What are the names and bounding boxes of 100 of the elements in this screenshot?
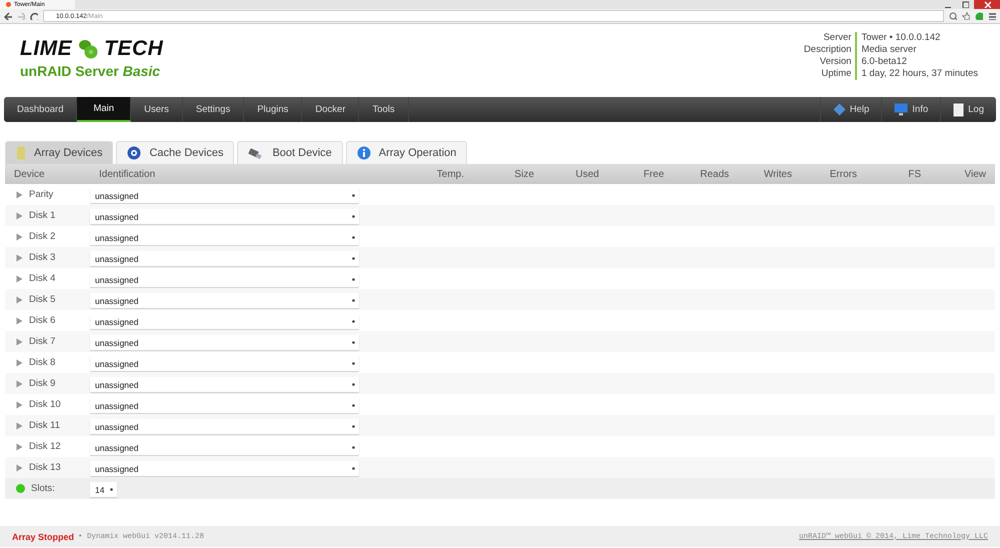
expand-icon[interactable] <box>16 254 23 262</box>
column-header: FS <box>907 168 922 180</box>
disk-select[interactable]: unassigned <box>90 293 359 308</box>
nav-tab[interactable]: Main <box>77 97 132 122</box>
logo-text: TECH <box>104 37 164 61</box>
back-icon[interactable] <box>4 12 12 20</box>
expand-icon[interactable] <box>16 400 23 408</box>
lime-logo-icon <box>76 38 100 60</box>
nav-tab[interactable]: Docker <box>302 97 360 122</box>
dropdown-dot-icon <box>352 362 355 365</box>
info-value: Media server <box>860 44 918 56</box>
column-header: Writes <box>762 168 793 180</box>
maximize-icon <box>962 1 968 8</box>
device-name: Disk 9 <box>29 378 56 389</box>
nav-tab[interactable]: Settings <box>182 97 244 122</box>
usb-drive-icon <box>248 147 264 159</box>
search-icon[interactable] <box>949 12 957 20</box>
menu-icon[interactable] <box>988 12 996 20</box>
expand-icon[interactable] <box>16 358 23 366</box>
logo-text: LIME <box>20 37 72 61</box>
column-header: Used <box>574 168 600 180</box>
close-button[interactable] <box>974 0 1000 9</box>
disk-select[interactable]: unassigned <box>90 272 359 287</box>
device-name: Parity <box>29 189 54 200</box>
device-name: Disk 4 <box>29 273 56 284</box>
close-icon <box>984 1 990 8</box>
device-name: Disk 13 <box>29 462 61 473</box>
dropdown-dot-icon <box>352 341 355 344</box>
expand-icon[interactable] <box>16 296 23 304</box>
disk-select[interactable]: unassigned <box>90 314 359 329</box>
device-name: Disk 5 <box>29 294 56 305</box>
dropdown-dot-icon <box>352 299 355 302</box>
expand-icon[interactable] <box>16 422 23 430</box>
column-header: Reads <box>699 168 730 180</box>
expand-icon[interactable] <box>16 464 23 472</box>
info-value: 6.0-beta12 <box>860 56 908 68</box>
nav-link[interactable]: Log <box>940 97 996 122</box>
nav-link[interactable]: Info <box>881 97 940 122</box>
device-name: Disk 3 <box>29 252 56 263</box>
expand-icon[interactable] <box>16 380 23 388</box>
slots-label: Slots: <box>31 483 55 494</box>
info-value: Tower • 10.0.0.142 <box>860 32 942 44</box>
disk-select[interactable]: unassigned <box>90 209 359 224</box>
tab[interactable]: Array Devices <box>5 141 114 164</box>
expand-icon[interactable] <box>16 338 23 346</box>
extension-icon[interactable] <box>975 12 983 20</box>
dropdown-dot-icon <box>352 446 355 449</box>
column-header: Identification <box>98 168 156 180</box>
disk-select[interactable]: unassigned <box>90 377 359 392</box>
dropdown-dot-icon <box>352 404 355 407</box>
dropdown-dot-icon <box>352 257 355 260</box>
expand-icon[interactable] <box>16 232 23 240</box>
dropdown-dot-icon <box>352 320 355 323</box>
product-name: unRAID Server Basic <box>20 63 162 79</box>
nav-tab[interactable]: Tools <box>359 97 409 122</box>
device-name: Disk 2 <box>29 231 56 242</box>
cache-icon <box>127 146 142 160</box>
disk-select[interactable]: unassigned <box>90 398 359 413</box>
column-header: Temp. <box>436 168 465 180</box>
device-name: Disk 6 <box>29 315 56 326</box>
expand-icon[interactable] <box>16 190 23 198</box>
tab[interactable]: Array Operation <box>346 141 468 164</box>
array-status: Array Stopped <box>12 532 74 542</box>
dropdown-dot-icon <box>352 236 355 239</box>
expand-icon[interactable] <box>16 212 23 220</box>
expand-icon[interactable] <box>16 316 23 324</box>
disk-select[interactable]: unassigned <box>90 230 359 245</box>
tab[interactable]: Cache Devices <box>116 141 234 164</box>
monitor-icon <box>894 103 908 116</box>
reload-icon[interactable] <box>30 12 38 20</box>
nav-tab[interactable]: Plugins <box>244 97 302 122</box>
column-header: Device <box>13 168 46 180</box>
favicon-icon <box>6 2 11 7</box>
disk-select[interactable]: unassigned <box>90 251 359 266</box>
dropdown-dot-icon <box>110 488 113 491</box>
disk-select[interactable]: unassigned <box>90 188 359 203</box>
help-icon <box>832 103 846 116</box>
info-label: Version <box>804 56 858 68</box>
disk-select[interactable]: unassigned <box>90 419 359 434</box>
info-label: Description <box>804 44 858 56</box>
forward-icon[interactable] <box>17 12 25 20</box>
device-name: Disk 1 <box>29 210 56 221</box>
star-icon[interactable] <box>962 12 970 20</box>
column-header: Free <box>642 168 665 180</box>
column-header: Errors <box>828 168 858 180</box>
nav-link[interactable]: Help <box>820 97 882 122</box>
page-icon <box>953 102 964 116</box>
tab[interactable]: Boot Device <box>237 141 343 164</box>
disk-select[interactable]: unassigned <box>90 461 359 476</box>
disk-select[interactable]: unassigned <box>90 356 359 371</box>
info-label: Server <box>804 32 858 44</box>
slots-select[interactable]: 14 <box>90 482 117 497</box>
expand-icon[interactable] <box>16 442 23 450</box>
expand-icon[interactable] <box>16 274 23 282</box>
dropdown-dot-icon <box>352 467 355 470</box>
nav-tab[interactable]: Users <box>131 97 183 122</box>
device-name: Disk 11 <box>29 420 60 431</box>
disk-select[interactable]: unassigned <box>90 440 359 455</box>
dropdown-dot-icon <box>352 425 355 428</box>
disk-select[interactable]: unassigned <box>90 335 359 350</box>
